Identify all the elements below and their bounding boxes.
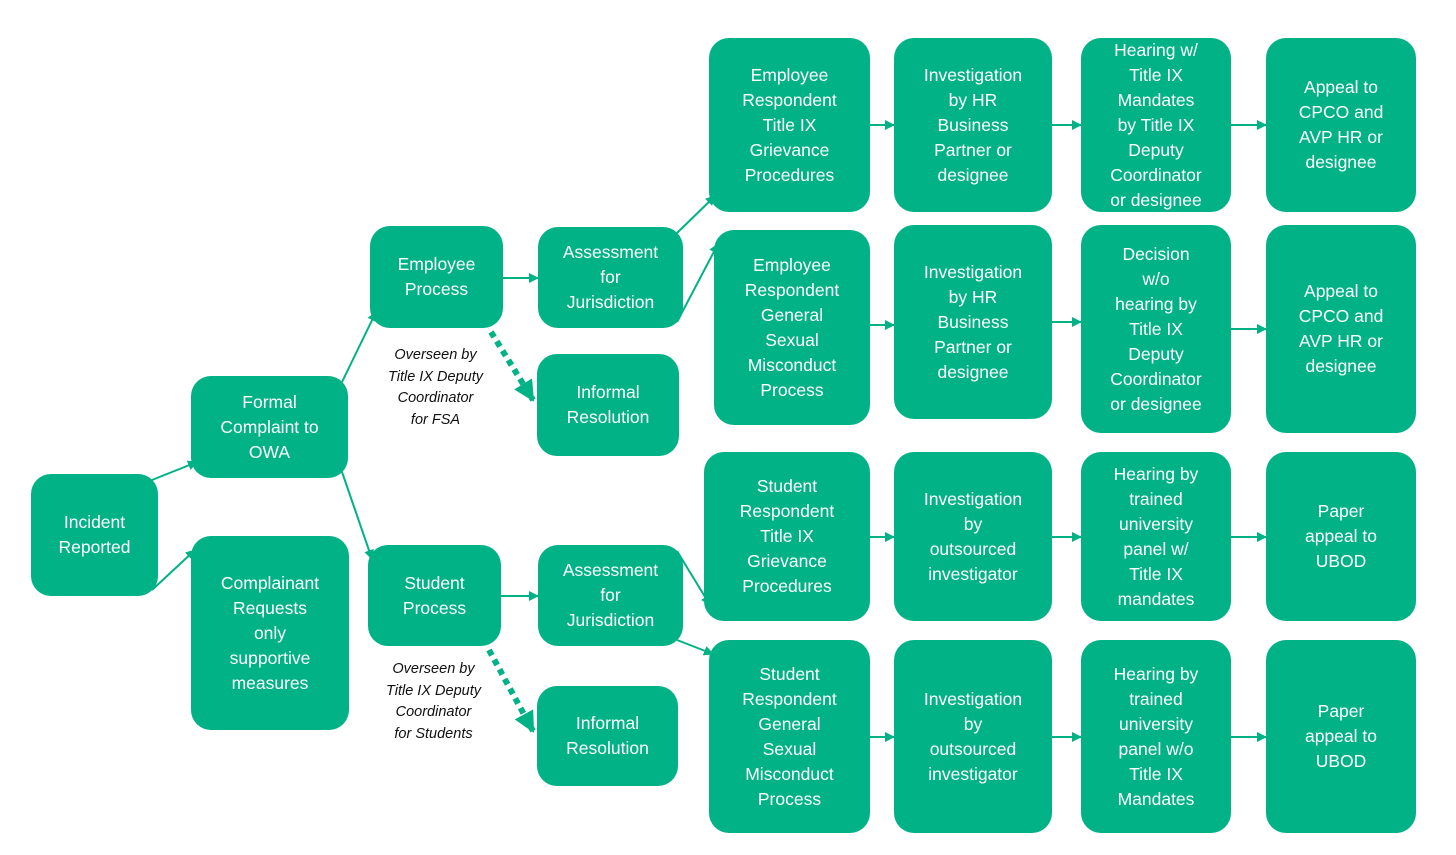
node-label: Investigation by HR Business Partner or … xyxy=(923,64,1023,185)
connector-stu_assess-to-stu_gen xyxy=(676,639,714,656)
node-label: Formal Complaint to OWA xyxy=(220,391,319,462)
node-label: Paper appeal to UBOD xyxy=(1304,701,1377,771)
employee-title-ix-appeal-node[interactable]: Appeal to CPCO and AVP HR or designee xyxy=(1266,38,1416,212)
student-general-investigation-node[interactable]: Investigation by outsourced investigator xyxy=(894,640,1052,833)
node-label: Investigation by outsourced investigator xyxy=(923,488,1023,584)
node-label: Investigation by HR Business Partner or … xyxy=(923,261,1023,382)
node-label: Student Respondent General Sexual Miscon… xyxy=(742,663,837,809)
employee-general-misconduct-node[interactable]: Employee Respondent General Sexual Misco… xyxy=(714,230,870,425)
node-label: Employee Respondent General Sexual Misco… xyxy=(744,254,840,400)
employee-assessment-node[interactable]: Assessment for Jurisdiction xyxy=(538,227,683,328)
node-label: Student Process xyxy=(402,572,467,618)
connector-emp_assess-to-emp_t9 xyxy=(676,195,716,234)
node-label: Student Respondent Title IX Grievance Pr… xyxy=(739,476,835,596)
student-general-appeal-node[interactable]: Paper appeal to UBOD xyxy=(1266,640,1416,833)
employee-informal-resolution-node[interactable]: Informal Resolution xyxy=(537,354,679,456)
connector-incident-to-formal xyxy=(151,460,198,481)
student-process-node[interactable]: Student Process xyxy=(368,545,501,646)
student-oversight-note: Overseen by Title IX Deputy Coordinator … xyxy=(386,661,481,742)
student-assessment-node[interactable]: Assessment for Jurisdiction xyxy=(538,545,683,646)
student-title-ix-grievance-node[interactable]: Student Respondent Title IX Grievance Pr… xyxy=(704,452,870,621)
formal-complaint-node[interactable]: Formal Complaint to OWA xyxy=(191,376,348,478)
node-label: Appeal to CPCO and AVP HR or designee xyxy=(1298,281,1384,376)
connector-emp_assess-to-emp_gen xyxy=(676,243,719,323)
student-title-ix-hearing-node[interactable]: Hearing by trained university panel w/ T… xyxy=(1081,452,1231,621)
process-flow-diagram: Incident Reported Formal Complaint to OW… xyxy=(0,0,1456,855)
node-label: Decision w/o hearing by Title IX Deputy … xyxy=(1110,243,1202,414)
employee-general-appeal-node[interactable]: Appeal to CPCO and AVP HR or designee xyxy=(1266,225,1416,433)
employee-oversight-note: Overseen by Title IX Deputy Coordinator … xyxy=(388,347,483,428)
employee-process-node[interactable]: Employee Process xyxy=(370,226,503,328)
node-label: Complainant Requests only supportive mea… xyxy=(220,572,320,693)
student-informal-resolution-node[interactable]: Informal Resolution xyxy=(537,686,678,786)
employee-general-investigation-node[interactable]: Investigation by HR Business Partner or … xyxy=(894,225,1052,419)
node-label: Hearing by trained university panel w/ T… xyxy=(1113,463,1199,609)
node-label: Informal Resolution xyxy=(566,713,649,758)
node-label: Appeal to CPCO and AVP HR or designee xyxy=(1298,77,1384,172)
node-label: Employee Process xyxy=(397,254,476,299)
student-title-ix-investigation-node[interactable]: Investigation by outsourced investigator xyxy=(894,452,1052,621)
student-general-hearing-node[interactable]: Hearing by trained university panel w/o … xyxy=(1081,640,1231,833)
node-label: Employee Respondent Title IX Grievance P… xyxy=(742,64,837,185)
connector-incident-to-supportive xyxy=(151,549,196,591)
student-title-ix-appeal-node[interactable]: Paper appeal to UBOD xyxy=(1266,452,1416,621)
employee-general-decision-node[interactable]: Decision w/o hearing by Title IX Deputy … xyxy=(1081,225,1231,433)
node-label: Hearing w/ Title IX Mandates by Title IX… xyxy=(1110,39,1202,210)
student-general-misconduct-node[interactable]: Student Respondent General Sexual Miscon… xyxy=(709,640,870,833)
node-label: Hearing by trained university panel w/o … xyxy=(1113,663,1199,809)
employee-title-ix-grievance-node[interactable]: Employee Respondent Title IX Grievance P… xyxy=(709,38,870,212)
node-label: Informal Resolution xyxy=(566,382,650,427)
node-label: Assessment for Jurisdiction xyxy=(562,242,659,312)
employee-title-ix-investigation-node[interactable]: Investigation by HR Business Partner or … xyxy=(894,38,1052,212)
node-label: Paper appeal to UBOD xyxy=(1304,501,1377,571)
node-label: Incident Reported xyxy=(58,512,131,557)
node-label: Investigation by outsourced investigator xyxy=(923,688,1023,784)
supportive-measures-node[interactable]: Complainant Requests only supportive mea… xyxy=(191,536,349,730)
node-label: Assessment for Jurisdiction xyxy=(562,560,659,630)
employee-title-ix-hearing-node[interactable]: Hearing w/ Title IX Mandates by Title IX… xyxy=(1081,38,1231,212)
incident-reported-node[interactable]: Incident Reported xyxy=(31,474,158,596)
